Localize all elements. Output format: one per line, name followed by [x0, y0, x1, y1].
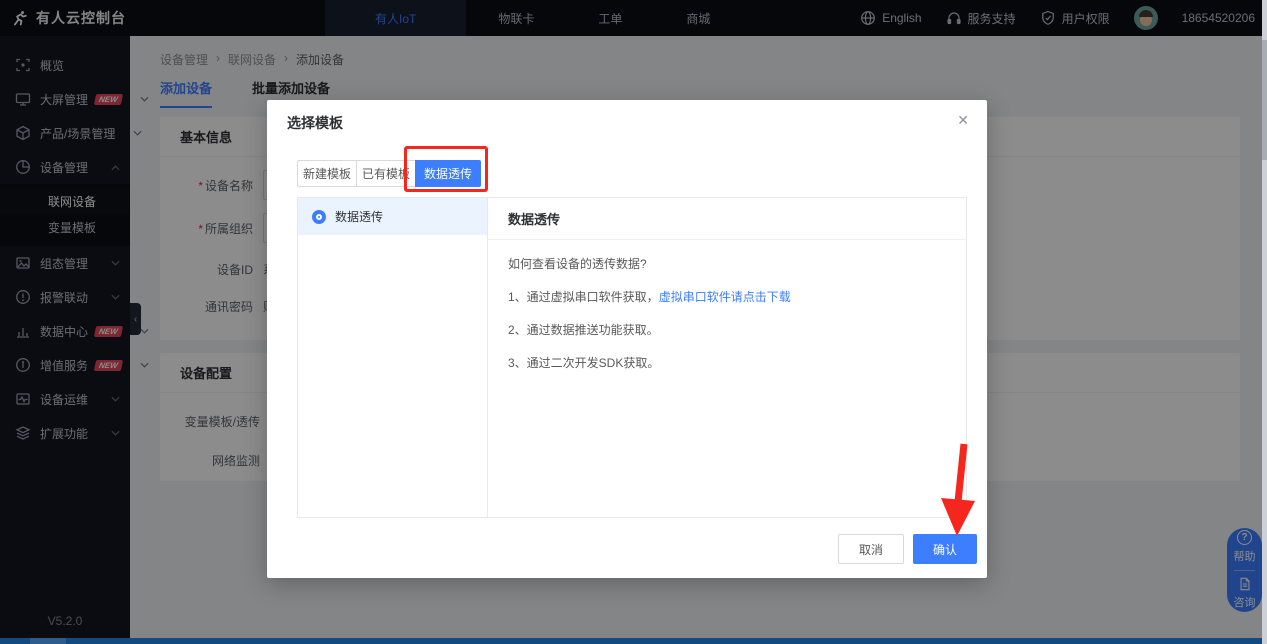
step-text: 1、通过虚拟串口软件获取，: [508, 290, 659, 304]
radio-checked-icon[interactable]: [312, 210, 326, 224]
cancel-button[interactable]: 取消: [838, 534, 904, 564]
app-root: 有人云控制台 有人IoT 物联卡 工单 商城 English 服务支持: [0, 0, 1267, 644]
vertical-scrollbar[interactable]: [1262, 0, 1267, 644]
modal-tab-new-template[interactable]: 新建模板: [297, 160, 357, 187]
annotation-arrow: [930, 440, 990, 540]
modal-option-list: 数据透传: [298, 198, 488, 517]
select-template-modal: 选择模板 ✕ 新建模板 已有模板 数据透传 数据透传 数据透传 如何查看设备的透…: [267, 100, 987, 578]
step-item-1: 1、通过虚拟串口软件获取，虚拟串口软件请点击下载: [508, 288, 946, 305]
download-link[interactable]: 虚拟串口软件请点击下载: [659, 290, 791, 304]
annotation-highlight-box: [404, 146, 488, 192]
modal-title: 选择模板: [287, 113, 343, 133]
modal-detail-panel: 数据透传 如何查看设备的透传数据? 1、通过虚拟串口软件获取，虚拟串口软件请点击…: [488, 198, 966, 517]
panel-heading: 数据透传: [488, 198, 966, 240]
step-item-2: 2、通过数据推送功能获取。: [508, 321, 946, 338]
close-icon[interactable]: ✕: [957, 112, 969, 129]
option-label: 数据透传: [335, 208, 383, 225]
panel-question: 如何查看设备的透传数据?: [508, 255, 946, 272]
vertical-scrollbar-thumb[interactable]: [1262, 40, 1267, 160]
modal-body: 数据透传 数据透传 如何查看设备的透传数据? 1、通过虚拟串口软件获取，虚拟串口…: [297, 197, 967, 518]
step-item-3: 3、通过二次开发SDK获取。: [508, 354, 946, 371]
option-data-passthrough[interactable]: 数据透传: [298, 198, 487, 235]
